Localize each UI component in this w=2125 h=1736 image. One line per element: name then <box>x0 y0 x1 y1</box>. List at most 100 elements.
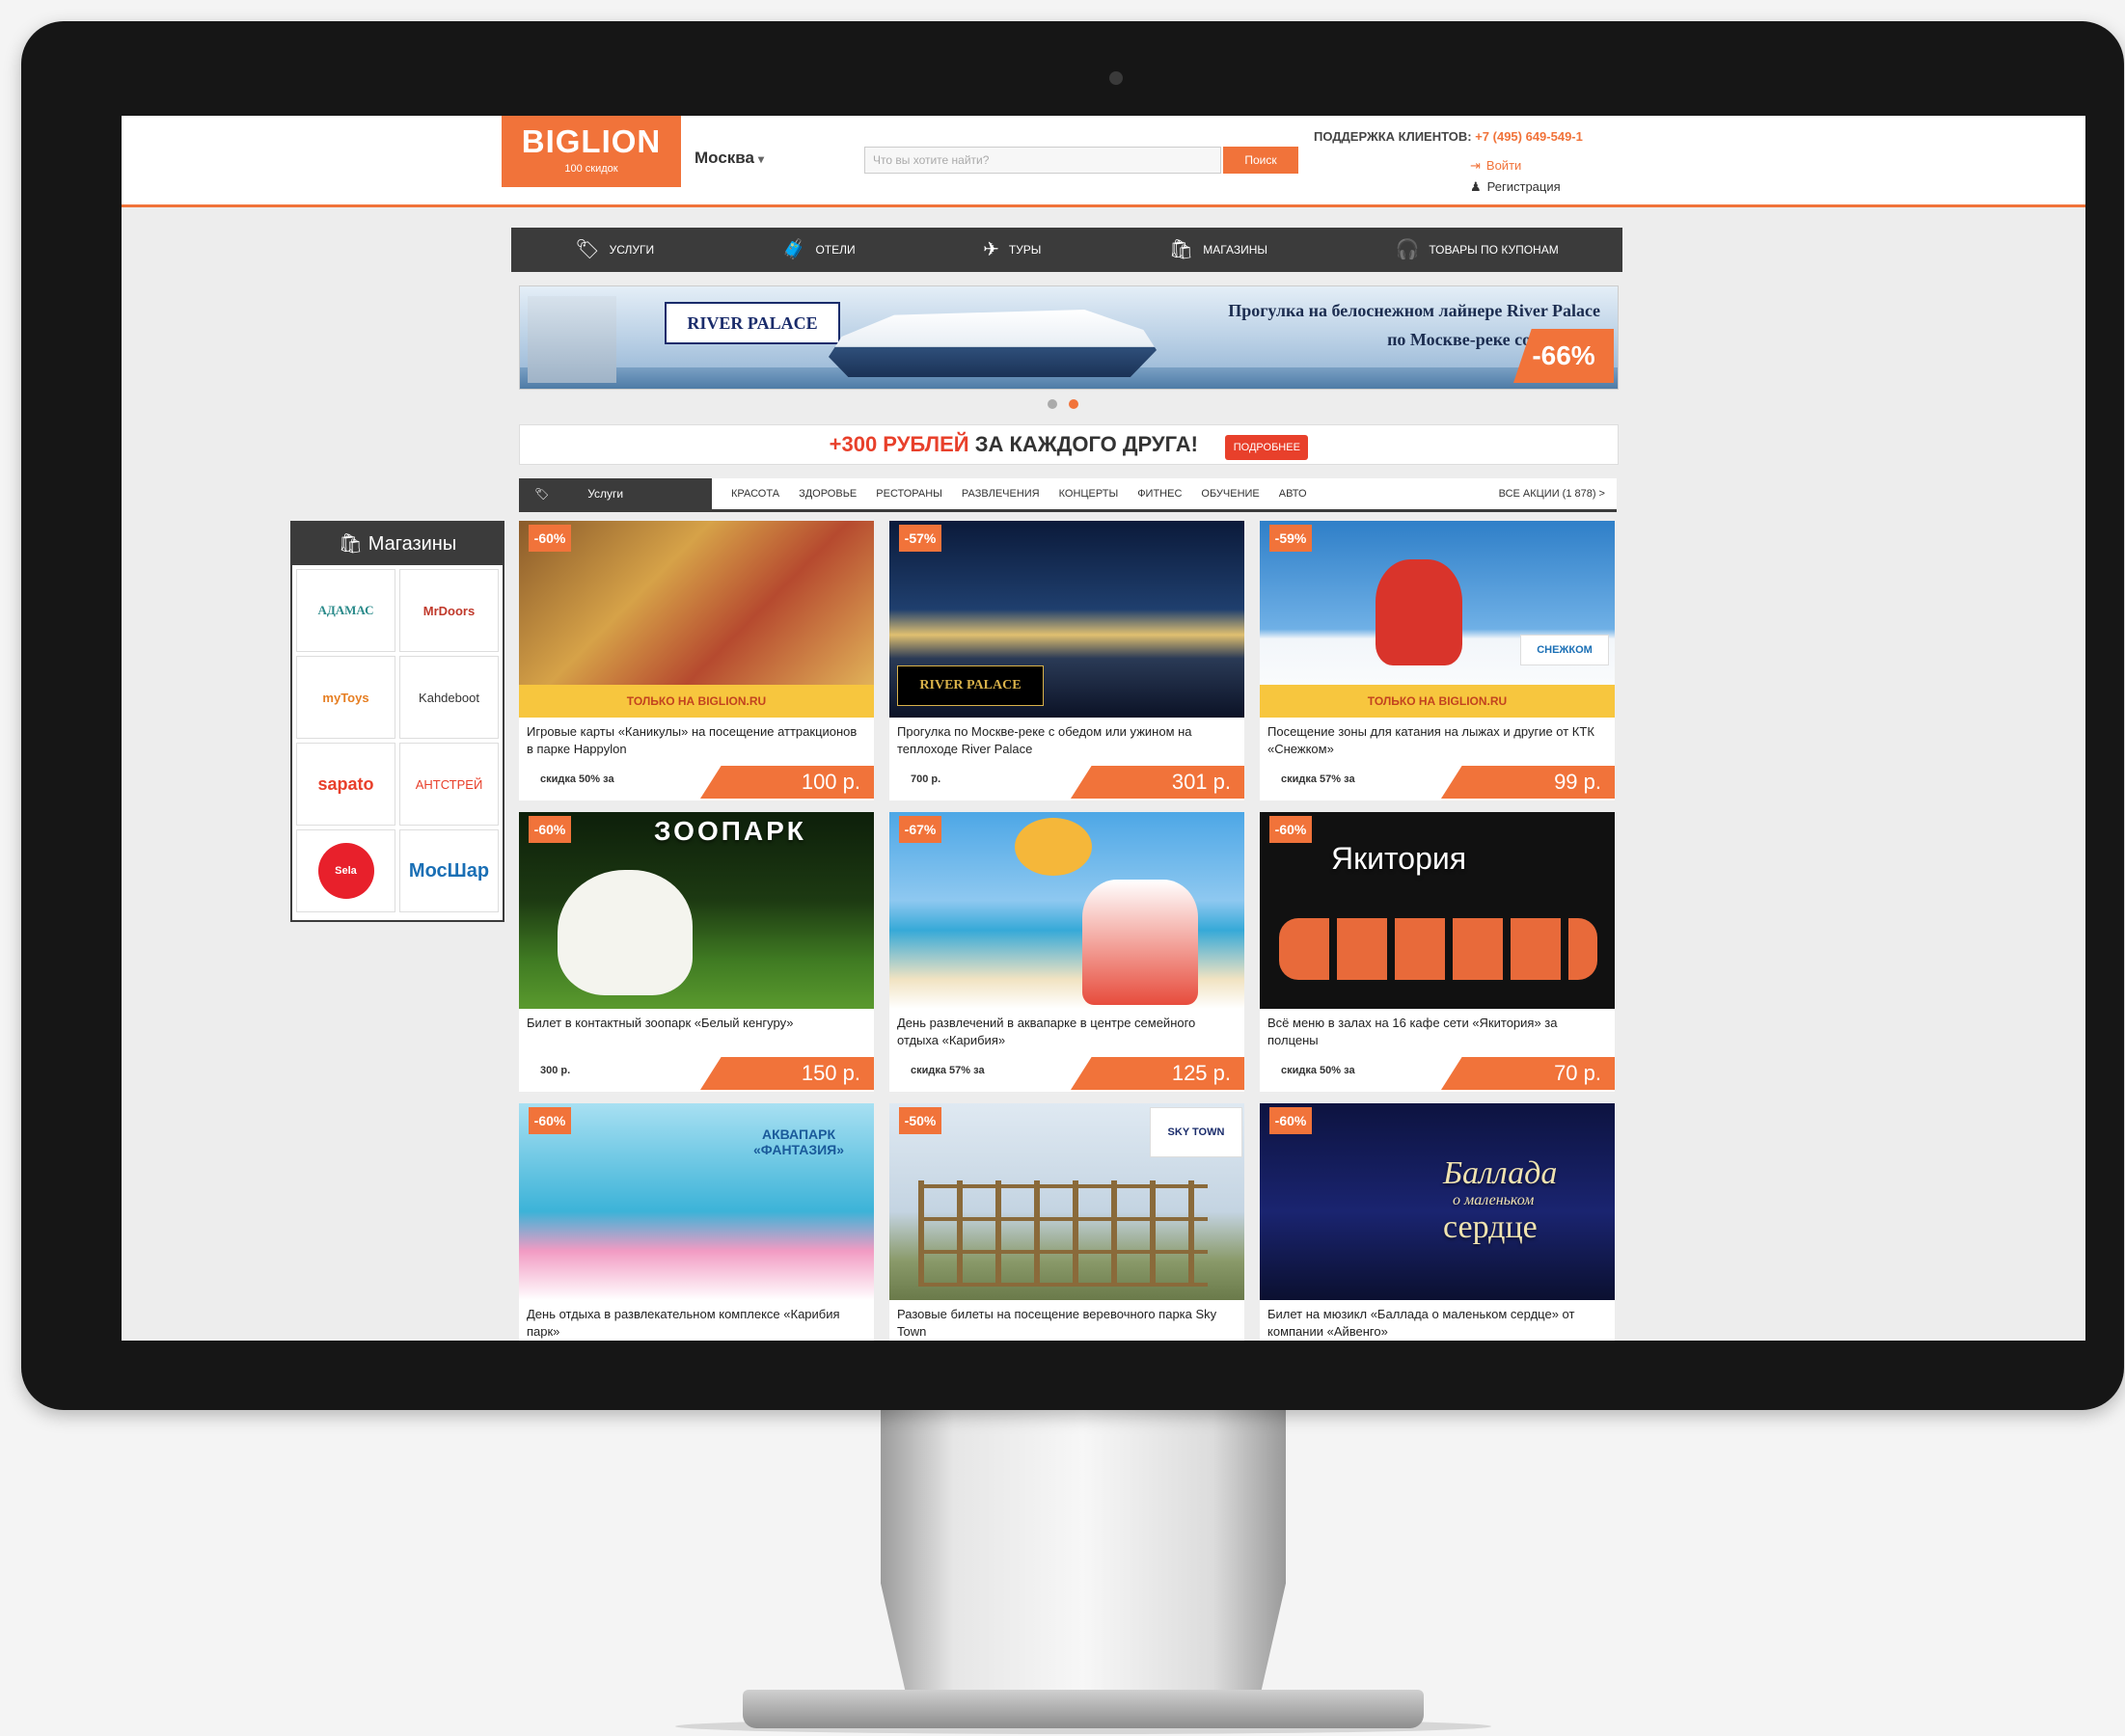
discount-badge: -60% <box>529 1107 571 1134</box>
shop-logo[interactable]: Kahdeboot <box>399 656 499 739</box>
all-deals-link[interactable]: ВСЕ АКЦИИ (1 878) > <box>1499 488 1605 500</box>
suitcase-icon: 🧳 <box>781 239 806 260</box>
shop-logo[interactable]: myToys <box>296 656 395 739</box>
deal-title[interactable]: Разовые билеты на посещение веревочного … <box>897 1306 1237 1341</box>
hero-banner[interactable]: RIVER PALACE Прогулка на белоснежном лай… <box>519 285 1619 390</box>
deal-price[interactable]: 70 р. <box>1441 1057 1615 1090</box>
tab-label: Услуги <box>587 487 624 501</box>
support-label: ПОДДЕРЖКА КЛИЕНТОВ: <box>1314 129 1472 144</box>
nav-item-hotels[interactable]: 🧳 Отели <box>782 240 856 259</box>
deal-card[interactable]: -57% RIVER PALACE Прогулка по Москве-рек… <box>889 521 1244 800</box>
tab-services[interactable]: 🏷 Услуги <box>519 478 712 509</box>
river-palace-logo: RIVER PALACE <box>897 665 1044 706</box>
chevron-down-icon: ▾ <box>757 152 764 166</box>
search-input[interactable]: Что вы хотите найти? <box>864 147 1221 174</box>
discount-badge: -50% <box>899 1107 941 1134</box>
banner-ship-image <box>829 310 1157 377</box>
deal-title[interactable]: Прогулка по Москве-реке с обедом или ужи… <box>897 723 1237 758</box>
deal-price[interactable]: 99 р. <box>1441 766 1615 799</box>
deal-card[interactable]: -60% Баллада о маленьком сердце Билет на… <box>1260 1103 1615 1341</box>
discount-badge: -57% <box>899 525 941 552</box>
deal-card[interactable]: -67% День развлечений в аквапарке в цент… <box>889 812 1244 1092</box>
karibia-logo <box>1015 818 1092 876</box>
deal-saving: скидка 57% за <box>1281 773 1355 785</box>
tab-education[interactable]: Обучение <box>1201 488 1259 500</box>
search-button[interactable]: Поиск <box>1223 147 1298 174</box>
nav-item-shops[interactable]: 🛍 Магазины <box>1169 240 1267 259</box>
register-label: Регистрация <box>1486 179 1561 194</box>
aquapark-title: АКВАПАРК «ФАНТАЗИЯ» <box>752 1126 845 1157</box>
support-phone[interactable]: +7 (495) 649-549-1 <box>1475 129 1583 144</box>
deal-card[interactable]: -59% СНЕЖКОМ ТОЛЬКО НА BIGLION.RU Посеще… <box>1260 521 1615 800</box>
tab-concerts[interactable]: Концерты <box>1059 488 1119 500</box>
promo-details-button[interactable]: ПОДРОБНЕЕ <box>1225 434 1309 460</box>
deal-image: -59% СНЕЖКОМ ТОЛЬКО НА BIGLION.RU <box>1260 521 1615 718</box>
tab-entertainment[interactable]: Развлечения <box>962 488 1040 500</box>
tag-icon: 🏷 <box>575 239 600 260</box>
deal-saving: скидка 57% за <box>911 1065 985 1076</box>
sushi-rolls <box>1279 918 1597 980</box>
pagination-dot-active[interactable] <box>1069 399 1078 409</box>
pagination-dot[interactable] <box>1048 399 1057 409</box>
register-link[interactable]: ♟ Регистрация <box>1470 179 1561 195</box>
discount-badge: -60% <box>529 525 571 552</box>
deal-price[interactable]: 150 р. <box>700 1057 874 1090</box>
discount-badge: -60% <box>1269 1107 1312 1134</box>
deal-title[interactable]: Всё меню в залах на 16 кафе сети «Якитор… <box>1267 1015 1607 1049</box>
shop-logo: Sela <box>317 843 374 899</box>
deal-title[interactable]: День развлечений в аквапарке в центре се… <box>897 1015 1237 1049</box>
banner-brand-logo: RIVER PALACE <box>665 302 840 344</box>
nav-item-services[interactable]: 🏷 Услуги <box>575 240 654 259</box>
login-link[interactable]: ⇥ Войти <box>1470 158 1521 174</box>
snezhkom-logo: СНЕЖКОМ <box>1520 635 1609 665</box>
tab-restaurants[interactable]: Рестораны <box>876 488 942 500</box>
main-nav: 🏷 Услуги 🧳 Отели ✈ Туры 🛍 Магазины 🎧 Товары п… <box>511 228 1622 272</box>
deal-image: -60% Якитория <box>1260 812 1615 1009</box>
shops-title: Магазины <box>368 533 457 555</box>
ballada-title-2: о маленьком <box>1453 1192 1535 1208</box>
deal-card[interactable]: -50% SKY TOWN Разовые билеты на посещени… <box>889 1103 1244 1341</box>
shops-grid: АДАМАС MrDoors myToys Kahdeboot sapato А… <box>292 565 503 916</box>
deal-title[interactable]: Билет в контактный зоопарк «Белый кенгур… <box>527 1015 866 1032</box>
ballada-title-1: Баллада <box>1443 1155 1558 1191</box>
monitor-bezel: BIGLION 100 скидок Москва ▾ Что вы хотите… <box>21 21 2124 1410</box>
city-selector[interactable]: Москва ▾ <box>695 149 764 168</box>
shopping-bag-icon: 🛍 <box>1168 239 1194 260</box>
deal-card[interactable]: -60% Якитория Всё меню в залах на 16 каф… <box>1260 812 1615 1092</box>
deal-card[interactable]: -60% АКВАПАРК «ФАНТАЗИЯ» День отдыха в р… <box>519 1103 874 1341</box>
deal-price[interactable]: 100 р. <box>700 766 874 799</box>
nav-item-label: Магазины <box>1203 243 1267 257</box>
deal-image: -67% <box>889 812 1244 1009</box>
tab-fitness[interactable]: Фитнес <box>1137 488 1182 500</box>
shop-logo[interactable]: sapato <box>296 743 395 826</box>
deal-image: -60% ТОЛЬКО НА BIGLION.RU <box>519 521 874 718</box>
screen: BIGLION 100 скидок Москва ▾ Что вы хотите… <box>122 116 2085 1341</box>
deal-card[interactable]: -60% ТОЛЬКО НА BIGLION.RU Игровые карты … <box>519 521 874 800</box>
deal-title[interactable]: Игровые карты «Каникулы» на посещение ат… <box>527 723 866 758</box>
site-logo[interactable]: BIGLION 100 скидок <box>502 116 681 187</box>
nav-item-label: Услуги <box>609 243 655 257</box>
tab-beauty[interactable]: Красота <box>731 488 779 500</box>
deal-title[interactable]: Посещение зоны для катания на лыжах и др… <box>1267 723 1607 758</box>
tab-auto[interactable]: Авто <box>1279 488 1307 500</box>
snowboarder-figure <box>1376 559 1462 665</box>
shop-logo[interactable]: MrDoors <box>399 569 499 652</box>
deal-title[interactable]: День отдыха в развлекательном комплексе … <box>527 1306 866 1341</box>
banner-people-image <box>528 296 616 383</box>
monitor-stand <box>881 1410 1286 1690</box>
nav-item-coupon-goods[interactable]: 🎧 Товары по купонам <box>1395 240 1558 259</box>
nav-item-tours[interactable]: ✈ Туры <box>983 240 1041 259</box>
deal-price[interactable]: 125 р. <box>1071 1057 1244 1090</box>
tab-health[interactable]: Здоровье <box>799 488 857 500</box>
deal-card[interactable]: -60% ЗООПАРК Билет в контактный зоопарк … <box>519 812 874 1092</box>
shop-logo-cell[interactable]: Sela <box>296 829 395 912</box>
shop-logo[interactable]: АНТСТРЕЙ <box>399 743 499 826</box>
shop-logo[interactable]: МосШар <box>399 829 499 912</box>
nav-item-label: Товары по купонам <box>1429 243 1559 257</box>
deal-image: -60% Баллада о маленьком сердце <box>1260 1103 1615 1300</box>
deal-saving: 300 р. <box>540 1065 571 1076</box>
shop-logo[interactable]: АДАМАС <box>296 569 395 652</box>
deal-price[interactable]: 301 р. <box>1071 766 1244 799</box>
shops-sidebar: 🛍 Магазины АДАМАС MrDoors myToys Kahdebo… <box>290 521 504 922</box>
deal-title[interactable]: Билет на мюзикл «Баллада о маленьком сер… <box>1267 1306 1607 1341</box>
